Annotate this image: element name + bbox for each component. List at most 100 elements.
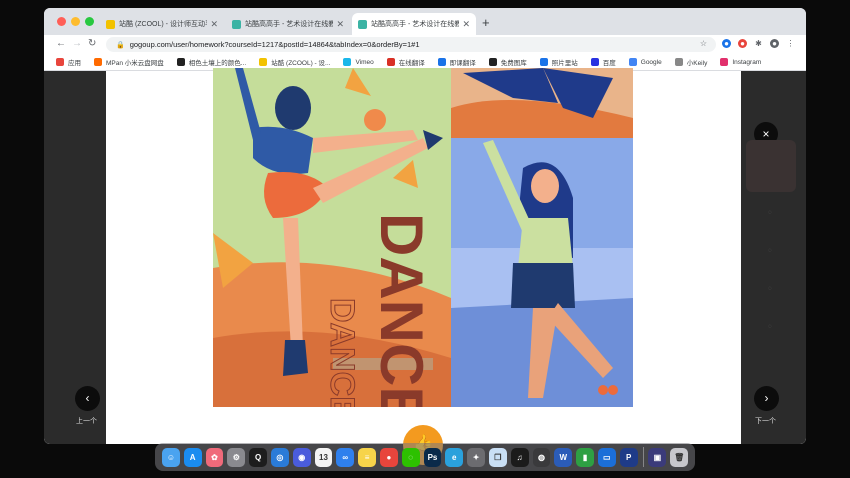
word-icon[interactable]: W xyxy=(554,447,573,467)
bookmark-favicon-icon xyxy=(259,58,268,66)
photoshop-icon[interactable]: Ps xyxy=(423,447,442,467)
artwork-image: DANCE DANCE xyxy=(213,68,633,407)
dance-text-outline: DANCE xyxy=(323,298,361,407)
dance-text-large: DANCE xyxy=(368,213,435,407)
keynote-icon[interactable]: ▭ xyxy=(597,447,616,467)
bookmark-star-icon[interactable]: ☆ xyxy=(699,39,708,48)
bookmark-item[interactable]: Google xyxy=(628,58,662,66)
forward-arrow-icon[interactable]: → xyxy=(72,38,82,49)
next-label: 下一个 xyxy=(755,418,776,425)
bookmark-item[interactable]: 即课翻译 xyxy=(437,57,476,67)
url-text: gogoup.com/user/homework?courseId=1217&p… xyxy=(129,40,420,49)
tab-title: 站酷 (ZCOOL) - 设计师互动平台 xyxy=(119,21,207,28)
desktop: 站酷 (ZCOOL) - 设计师互动平台 ✕ 站酷高高手 - 艺术设计在线教育 … xyxy=(0,0,850,478)
wechat-icon[interactable]: ◌ xyxy=(401,447,420,467)
bookmark-item[interactable]: Vimeo xyxy=(343,58,374,66)
gogoup-favicon-icon xyxy=(232,19,241,29)
zcool-favicon-icon xyxy=(106,19,115,29)
notes-icon[interactable]: ≡ xyxy=(358,447,376,467)
bookmark-item[interactable]: MPan 小米云盘网盘 xyxy=(94,57,164,67)
prev-button[interactable]: ‹ xyxy=(75,386,100,411)
tab-gogoup-2-active[interactable]: 站酷高高手 - 艺术设计在线教育 ✕ xyxy=(352,13,476,35)
ghost-icon-1: ◌ xyxy=(768,210,772,216)
bookmark-label: Google xyxy=(640,58,662,66)
settings-icon[interactable]: ⚙ xyxy=(227,447,246,467)
new-tab-button[interactable]: + xyxy=(482,15,490,30)
bookmark-item[interactable]: 小Keily xyxy=(674,57,708,67)
bookmark-item[interactable]: 站酷 (ZCOOL) - 设... xyxy=(259,57,330,67)
bookmark-label: MPan 小米云盘网盘 xyxy=(106,60,164,67)
bookmark-label: 小Keily xyxy=(686,60,708,67)
address-bar[interactable]: 🔒 gogoup.com/user/homework?courseId=1217… xyxy=(106,37,716,52)
close-tab-icon[interactable]: ✕ xyxy=(336,19,344,30)
ghost-icon-3: ◌ xyxy=(768,286,772,292)
minimize-window-button[interactable] xyxy=(71,17,80,26)
connect-icon[interactable]: ∞ xyxy=(336,447,355,467)
bookmark-item[interactable]: Instagram xyxy=(720,58,761,66)
finder-icon[interactable]: ☺ xyxy=(162,447,180,467)
bookmark-label: 站酷 (ZCOOL) - 设... xyxy=(271,60,331,67)
prev-label: 上一个 xyxy=(76,418,97,425)
close-tab-icon[interactable]: ✕ xyxy=(210,19,218,30)
profile-icon[interactable]: ● xyxy=(722,39,731,48)
account-avatar-icon[interactable]: ● xyxy=(770,39,779,48)
close-tab-icon[interactable]: ✕ xyxy=(462,19,470,30)
bookmark-item[interactable]: 照片里站 xyxy=(539,57,578,67)
macos-dock: ☺ A ✿ ⚙ Q ◎ ◉ 13 ∞ ≡ ● ◌ Ps e ✦ ❐ ♫ ◍ W ▮ ▭ P ▣ 🗑 xyxy=(155,443,695,471)
tab-title: 站酷高高手 - 艺术设计在线教育 xyxy=(371,21,460,28)
bookmark-label: 即课翻译 xyxy=(449,60,476,67)
bookmark-item[interactable]: 在线翻译 xyxy=(386,57,425,67)
browser-icon[interactable]: e xyxy=(445,447,464,467)
numbers-icon[interactable]: ▮ xyxy=(576,447,594,467)
calendar-icon[interactable]: 13 xyxy=(314,447,333,467)
bookmark-label: 照片里站 xyxy=(551,60,578,67)
paypal-icon[interactable]: P xyxy=(619,447,638,467)
next-button[interactable]: › xyxy=(754,386,779,411)
tab-strip: 站酷 (ZCOOL) - 设计师互动平台 ✕ 站酷高高手 - 艺术设计在线教育 … xyxy=(44,8,806,35)
bookmark-label: Instagram xyxy=(732,58,762,66)
bookmark-label: 相色土壤上的颜色... xyxy=(188,60,247,67)
bookmark-favicon-icon xyxy=(590,58,599,66)
bookmark-label: 免费图库 xyxy=(500,60,527,67)
bookmark-favicon-icon xyxy=(56,58,64,66)
qq-icon[interactable]: Q xyxy=(249,447,267,467)
siri-icon[interactable]: ◉ xyxy=(292,447,311,467)
extension-icon[interactable]: ● xyxy=(738,39,747,48)
bookmark-favicon-icon xyxy=(437,58,446,66)
author-avatar xyxy=(746,140,796,192)
bookmark-favicon-icon xyxy=(628,58,637,66)
music-icon[interactable]: ♫ xyxy=(510,447,529,467)
chrome-icon[interactable]: ● xyxy=(379,447,398,467)
bookmark-item[interactable]: 应用 xyxy=(56,57,81,67)
extensions-puzzle-icon[interactable]: ✱ xyxy=(754,39,763,48)
bookmark-item[interactable]: 百度 xyxy=(590,57,616,67)
camera-icon[interactable]: ◍ xyxy=(532,447,551,467)
bookmark-item[interactable]: 免费图库 xyxy=(488,57,527,67)
trash-icon[interactable]: 🗑 xyxy=(670,447,689,467)
bookmark-favicon-icon xyxy=(539,58,548,66)
lock-icon: 🔒 xyxy=(116,41,125,49)
safari-icon[interactable]: ◎ xyxy=(270,447,289,467)
bookmark-favicon-icon xyxy=(176,58,185,66)
browser-toolbar: ← → ↻ 🔒 gogoup.com/user/homework?courseI… xyxy=(44,35,806,54)
bookmark-label: Vimeo xyxy=(355,58,374,66)
preview-icon[interactable]: ❐ xyxy=(488,447,507,467)
menu-kebab-icon[interactable]: ⋮ xyxy=(786,39,795,48)
keynote-doc-icon[interactable]: ▣ xyxy=(648,447,667,467)
zoom-window-button[interactable] xyxy=(85,17,94,26)
bookmark-favicon-icon xyxy=(343,58,352,66)
close-window-button[interactable] xyxy=(57,17,66,26)
bookmark-label: 应用 xyxy=(68,60,81,67)
back-arrow-icon[interactable]: ← xyxy=(56,38,66,49)
tab-title: 站酷高高手 - 艺术设计在线教育 xyxy=(245,21,334,28)
tab-gogoup-1[interactable]: 站酷高高手 - 艺术设计在线教育 ✕ xyxy=(226,13,350,35)
launchpad-icon[interactable]: ✦ xyxy=(467,447,485,467)
app-store-icon[interactable]: A xyxy=(183,447,202,467)
photos-icon[interactable]: ✿ xyxy=(205,447,224,467)
tab-zcool[interactable]: 站酷 (ZCOOL) - 设计师互动平台 ✕ xyxy=(100,13,224,35)
bookmark-item[interactable]: 相色土壤上的颜色... xyxy=(176,57,247,67)
bookmark-favicon-icon xyxy=(674,58,683,66)
bookmark-favicon-icon xyxy=(94,58,102,66)
ghost-icon-2: ◌ xyxy=(768,248,772,254)
reload-icon[interactable]: ↻ xyxy=(88,38,96,49)
